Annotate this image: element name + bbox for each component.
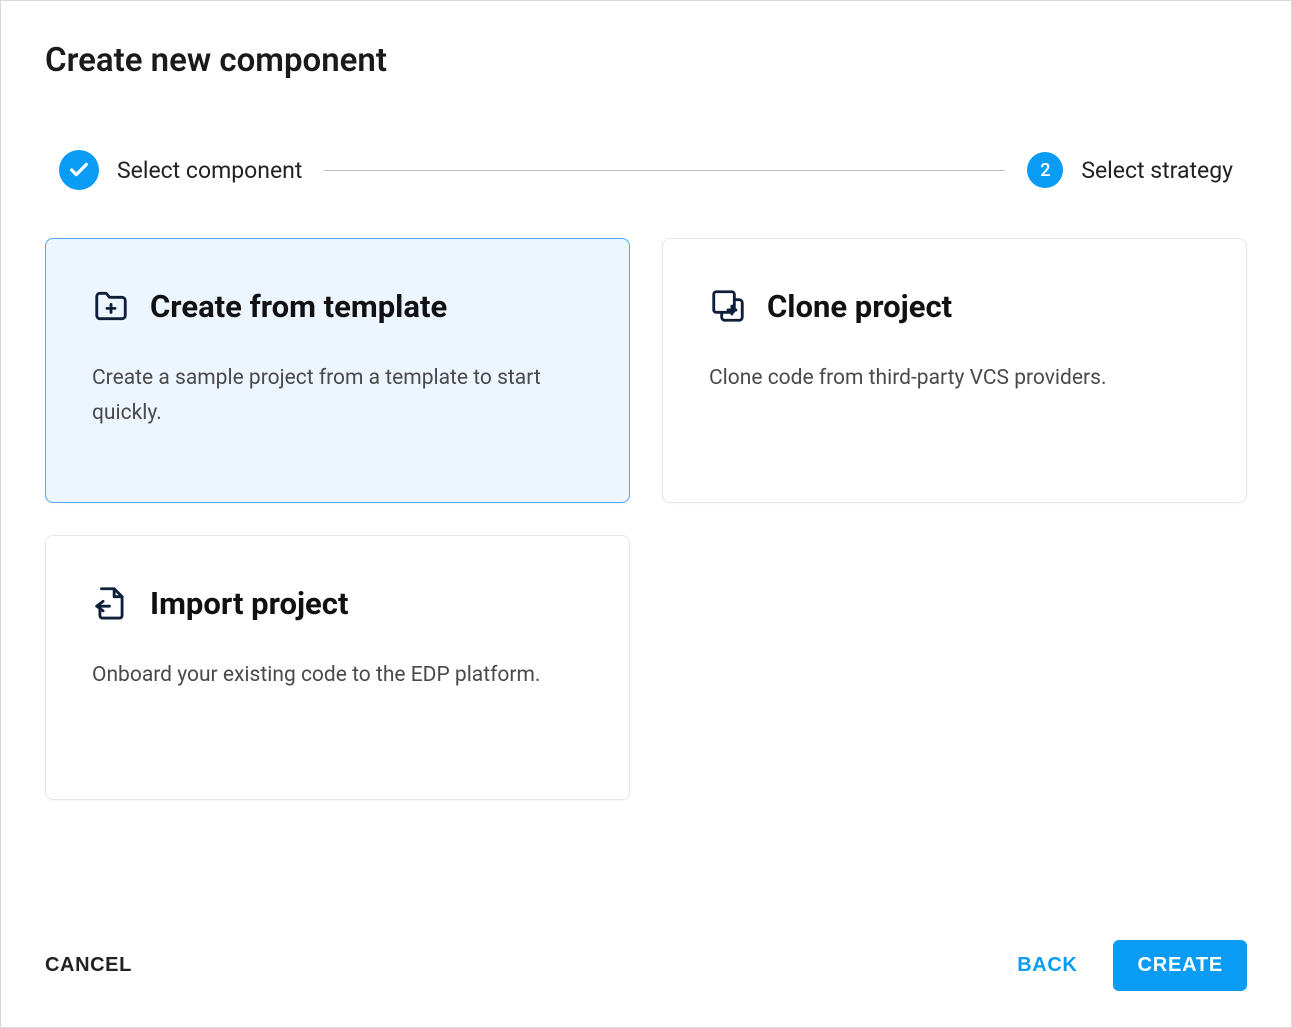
footer-right: BACK CREATE xyxy=(1017,940,1247,991)
file-import-icon xyxy=(92,584,130,622)
card-title: Create from template xyxy=(150,288,447,325)
card-title: Import project xyxy=(150,585,348,622)
step-select-component: Select component xyxy=(59,150,302,190)
card-import-project[interactable]: Import project Onboard your existing cod… xyxy=(45,535,630,800)
card-header: Create from template xyxy=(92,287,583,325)
step-complete-icon xyxy=(59,150,99,190)
card-clone-project[interactable]: Clone project Clone code from third-part… xyxy=(662,238,1247,503)
card-description: Onboard your existing code to the EDP pl… xyxy=(92,658,583,693)
card-header: Clone project xyxy=(709,287,1200,325)
strategy-cards: Create from template Create a sample pro… xyxy=(45,238,1247,910)
create-button[interactable]: CREATE xyxy=(1113,940,1247,991)
step-label: Select strategy xyxy=(1081,157,1233,184)
cancel-button[interactable]: CANCEL xyxy=(45,954,132,977)
card-create-from-template[interactable]: Create from template Create a sample pro… xyxy=(45,238,630,503)
create-component-dialog: Create new component Select component 2 … xyxy=(0,0,1292,1028)
step-select-strategy: 2 Select strategy xyxy=(1027,152,1233,188)
card-description: Clone code from third-party VCS provider… xyxy=(709,361,1200,396)
dialog-title: Create new component xyxy=(45,41,1247,80)
card-description: Create a sample project from a template … xyxy=(92,361,583,430)
folder-plus-icon xyxy=(92,287,130,325)
step-connector xyxy=(324,170,1005,171)
step-number-icon: 2 xyxy=(1027,152,1063,188)
stepper: Select component 2 Select strategy xyxy=(45,150,1247,190)
copy-plus-icon xyxy=(709,287,747,325)
card-title: Clone project xyxy=(767,288,952,325)
dialog-footer: CANCEL BACK CREATE xyxy=(45,940,1247,991)
card-header: Import project xyxy=(92,584,583,622)
step-label: Select component xyxy=(117,157,302,184)
back-button[interactable]: BACK xyxy=(1017,954,1077,977)
